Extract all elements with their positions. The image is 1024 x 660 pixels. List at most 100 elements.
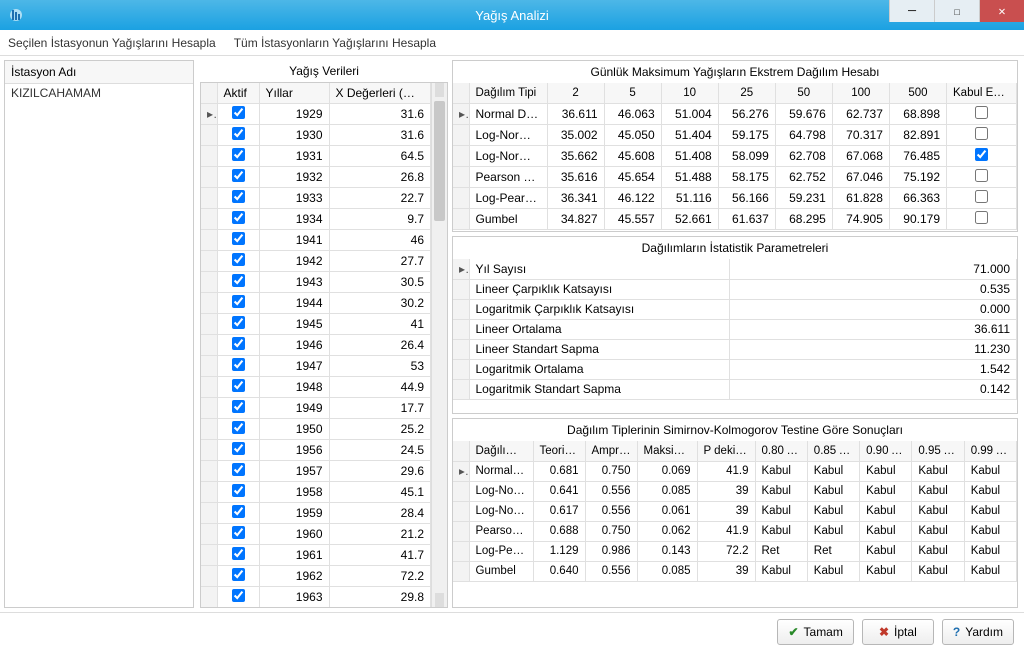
table-row[interactable]: Log-Pears…36.34146.12251.11656.16659.231…	[453, 187, 1017, 208]
kabul-checkbox[interactable]	[975, 106, 988, 119]
table-row[interactable]: 193031.6	[201, 124, 431, 145]
aktif-checkbox[interactable]	[232, 505, 245, 518]
aktif-checkbox[interactable]	[232, 148, 245, 161]
kabul-checkbox[interactable]	[975, 127, 988, 140]
table-row[interactable]: Log-Nor…0.6410.5560.08539KabulKabulKabul…	[453, 481, 1017, 501]
window-minimize[interactable]	[889, 0, 934, 22]
table-row[interactable]: 196141.7	[201, 544, 431, 565]
table-row[interactable]: Logaritmik Çarpıklık Katsayısı0.000	[453, 299, 1017, 319]
table-row[interactable]: 195845.1	[201, 481, 431, 502]
table-row[interactable]: 194430.2	[201, 292, 431, 313]
table-row[interactable]: Log-Norm…35.00245.05051.40459.17564.7987…	[453, 124, 1017, 145]
ext-col[interactable]: 5	[604, 83, 661, 103]
ks-col[interactable]: P deki Gi…	[697, 441, 755, 461]
aktif-checkbox[interactable]	[232, 253, 245, 266]
table-row[interactable]: 195624.5	[201, 439, 431, 460]
aktif-checkbox[interactable]	[232, 442, 245, 455]
aktif-checkbox[interactable]	[232, 190, 245, 203]
rain-scrollbar[interactable]	[431, 83, 447, 607]
aktif-checkbox[interactable]	[232, 127, 245, 140]
table-row[interactable]: 196329.8	[201, 586, 431, 607]
aktif-checkbox[interactable]	[232, 316, 245, 329]
table-row[interactable]: 194917.7	[201, 397, 431, 418]
table-row[interactable]: Log-Nor…0.6170.5560.06139KabulKabulKabul…	[453, 501, 1017, 521]
table-row[interactable]: 195928.4	[201, 502, 431, 523]
table-row[interactable]: ▸Normal D…36.61146.06351.00456.27659.676…	[453, 103, 1017, 124]
table-row[interactable]: Logaritmik Standart Sapma0.142	[453, 379, 1017, 399]
table-row[interactable]: Log-Pea…1.1290.9860.14372.2RetRetKabulKa…	[453, 541, 1017, 561]
table-row[interactable]: 193226.8	[201, 166, 431, 187]
table-row[interactable]: 196272.2	[201, 565, 431, 586]
aktif-checkbox[interactable]	[232, 463, 245, 476]
aktif-checkbox[interactable]	[232, 211, 245, 224]
kabul-checkbox[interactable]	[975, 148, 988, 161]
extreme-table[interactable]: Dağılım Tipi25102550100500Kabul Edilen ▸…	[453, 83, 1017, 230]
aktif-checkbox[interactable]	[232, 568, 245, 581]
table-row[interactable]: Lineer Ortalama36.611	[453, 319, 1017, 339]
table-row[interactable]: Pearson T…35.61645.65451.48858.17562.752…	[453, 166, 1017, 187]
table-row[interactable]: 194541	[201, 313, 431, 334]
ks-col[interactable]: 0.99 Anl…	[964, 441, 1016, 461]
table-row[interactable]: 193322.7	[201, 187, 431, 208]
table-row[interactable]: Logaritmik Ortalama1.542	[453, 359, 1017, 379]
ext-col[interactable]: 100	[832, 83, 889, 103]
table-row[interactable]: 194330.5	[201, 271, 431, 292]
ks-col[interactable]: Maksimu…	[637, 441, 697, 461]
aktif-checkbox[interactable]	[232, 169, 245, 182]
col-aktif[interactable]: Aktif	[217, 83, 259, 103]
table-row[interactable]: Lineer Çarpıklık Katsayısı0.535	[453, 279, 1017, 299]
aktif-checkbox[interactable]	[232, 421, 245, 434]
table-row[interactable]: Gumbel0.6400.5560.08539KabulKabulKabulKa…	[453, 561, 1017, 581]
aktif-checkbox[interactable]	[232, 295, 245, 308]
col-x[interactable]: X Değerleri (mm)	[329, 83, 431, 103]
aktif-checkbox[interactable]	[232, 547, 245, 560]
stats-table[interactable]: ▸Yıl Sayısı71.000Lineer Çarpıklık Katsay…	[453, 259, 1017, 400]
ks-col[interactable]: 0.95 Anl…	[912, 441, 964, 461]
ext-col[interactable]: 500	[889, 83, 946, 103]
ok-button[interactable]: ✔ Tamam	[777, 619, 853, 645]
ks-col[interactable]: Dağılım …	[469, 441, 533, 461]
table-row[interactable]: 19349.7	[201, 208, 431, 229]
ks-col[interactable]: Amprik P	[585, 441, 637, 461]
aktif-checkbox[interactable]	[232, 337, 245, 350]
table-row[interactable]: 196021.2	[201, 523, 431, 544]
table-row[interactable]: 195025.2	[201, 418, 431, 439]
aktif-checkbox[interactable]	[232, 589, 245, 602]
table-row[interactable]: 195729.6	[201, 460, 431, 481]
ks-col[interactable]: Teorik P	[533, 441, 585, 461]
ks-col[interactable]: 0.80 Anl…	[755, 441, 807, 461]
table-row[interactable]: 194844.9	[201, 376, 431, 397]
ext-col[interactable]: Kabul Edilen	[947, 83, 1017, 103]
table-row[interactable]: Gumbel34.82745.55752.66161.63768.29574.9…	[453, 208, 1017, 229]
menu-calc-all[interactable]: Tüm İstasyonların Yağışlarını Hesapla	[234, 36, 436, 50]
kabul-checkbox[interactable]	[975, 211, 988, 224]
ext-col[interactable]: 25	[718, 83, 775, 103]
ext-col[interactable]: 50	[775, 83, 832, 103]
ks-table[interactable]: Dağılım …Teorik PAmprik PMaksimu…P deki …	[453, 441, 1017, 582]
rain-table[interactable]: Aktif Yıllar X Değerleri (mm) ▸192931.61…	[201, 83, 431, 607]
cancel-button[interactable]: ✖ İptal	[862, 619, 934, 645]
aktif-checkbox[interactable]	[232, 400, 245, 413]
col-yillar[interactable]: Yıllar	[259, 83, 329, 103]
table-row[interactable]: 194146	[201, 229, 431, 250]
window-close[interactable]	[979, 0, 1024, 22]
aktif-checkbox[interactable]	[232, 526, 245, 539]
station-item[interactable]: KIZILCAHAMAM	[5, 84, 193, 607]
aktif-checkbox[interactable]	[232, 232, 245, 245]
table-row[interactable]: Pearson…0.6880.7500.06241.9KabulKabulKab…	[453, 521, 1017, 541]
table-row[interactable]: 193164.5	[201, 145, 431, 166]
aktif-checkbox[interactable]	[232, 484, 245, 497]
window-maximize[interactable]	[934, 0, 979, 22]
help-button[interactable]: ? Yardım	[942, 619, 1014, 645]
table-row[interactable]: ▸Yıl Sayısı71.000	[453, 259, 1017, 279]
table-row[interactable]: 194626.4	[201, 334, 431, 355]
table-row[interactable]: Lineer Standart Sapma11.230	[453, 339, 1017, 359]
ext-col[interactable]: 10	[661, 83, 718, 103]
table-row[interactable]: Log-Norm…35.66245.60851.40858.09962.7086…	[453, 145, 1017, 166]
aktif-checkbox[interactable]	[232, 106, 245, 119]
aktif-checkbox[interactable]	[232, 274, 245, 287]
ks-col[interactable]: 0.85 Anl…	[807, 441, 859, 461]
table-row[interactable]: ▸192931.6	[201, 103, 431, 124]
ext-col[interactable]: 2	[547, 83, 604, 103]
aktif-checkbox[interactable]	[232, 379, 245, 392]
